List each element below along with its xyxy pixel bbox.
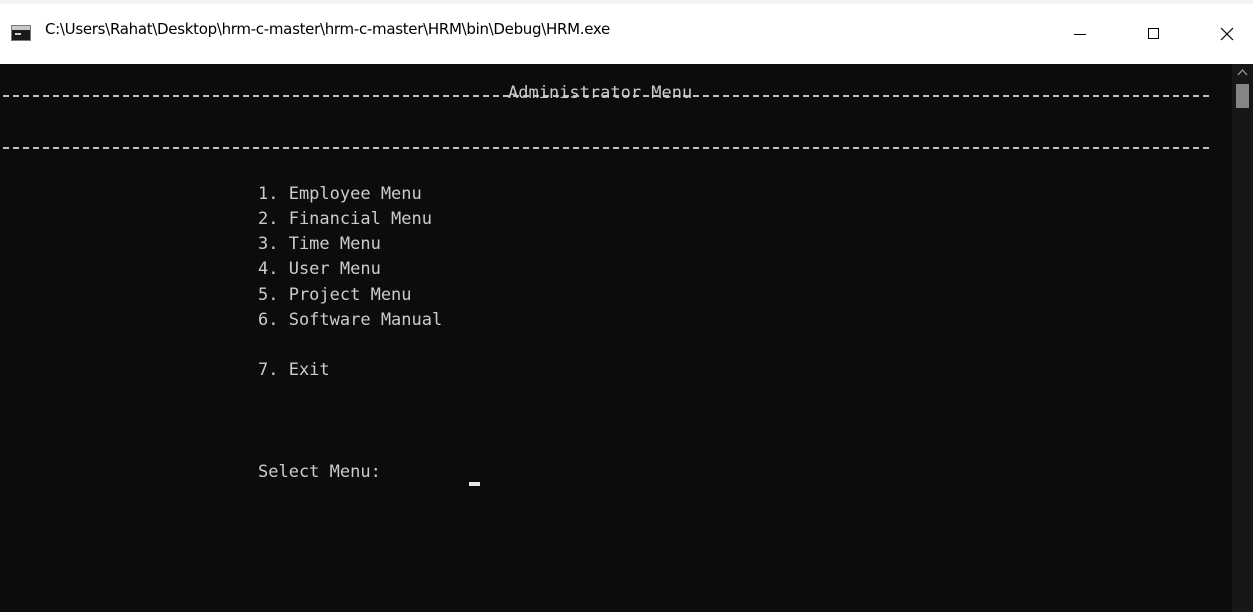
- menu-item-exit: 7. Exit: [258, 360, 330, 380]
- maximize-icon: [1148, 28, 1159, 39]
- text-cursor[interactable]: [469, 482, 480, 486]
- console-app-icon[interactable]: [11, 25, 31, 41]
- minimize-button[interactable]: [1054, 4, 1106, 60]
- menu-item-financial: 2. Financial Menu: [258, 209, 432, 229]
- menu-item-time: 3. Time Menu: [258, 234, 381, 254]
- menu-header: Administrator Menu: [508, 83, 693, 103]
- menu-item-user: 4. User Menu: [258, 259, 381, 279]
- console-window: C:\Users\Rahat\Desktop\hrm-c-master\hrm-…: [0, 0, 1253, 612]
- maximize-button[interactable]: [1128, 4, 1180, 60]
- console-output-area[interactable]: Administrator Menu 1. Employee Menu 2. F…: [0, 64, 1232, 612]
- window-title: C:\Users\Rahat\Desktop\hrm-c-master\hrm-…: [45, 20, 610, 38]
- menu-item-employee: 1. Employee Menu: [258, 184, 422, 204]
- chevron-up-icon: [1237, 69, 1248, 76]
- scrollbar-thumb[interactable]: [1236, 84, 1249, 108]
- minimize-icon: [1074, 34, 1086, 35]
- vertical-scrollbar[interactable]: [1232, 64, 1253, 612]
- close-icon: [1220, 27, 1234, 41]
- header-bottom-divider: [3, 147, 1209, 149]
- close-button[interactable]: [1200, 4, 1252, 60]
- menu-item-software-manual: 6. Software Manual: [258, 310, 443, 330]
- menu-item-project: 5. Project Menu: [258, 285, 412, 305]
- title-bar[interactable]: C:\Users\Rahat\Desktop\hrm-c-master\hrm-…: [0, 0, 1253, 64]
- select-menu-prompt: Select Menu:: [258, 462, 381, 482]
- scroll-up-button[interactable]: [1232, 64, 1253, 82]
